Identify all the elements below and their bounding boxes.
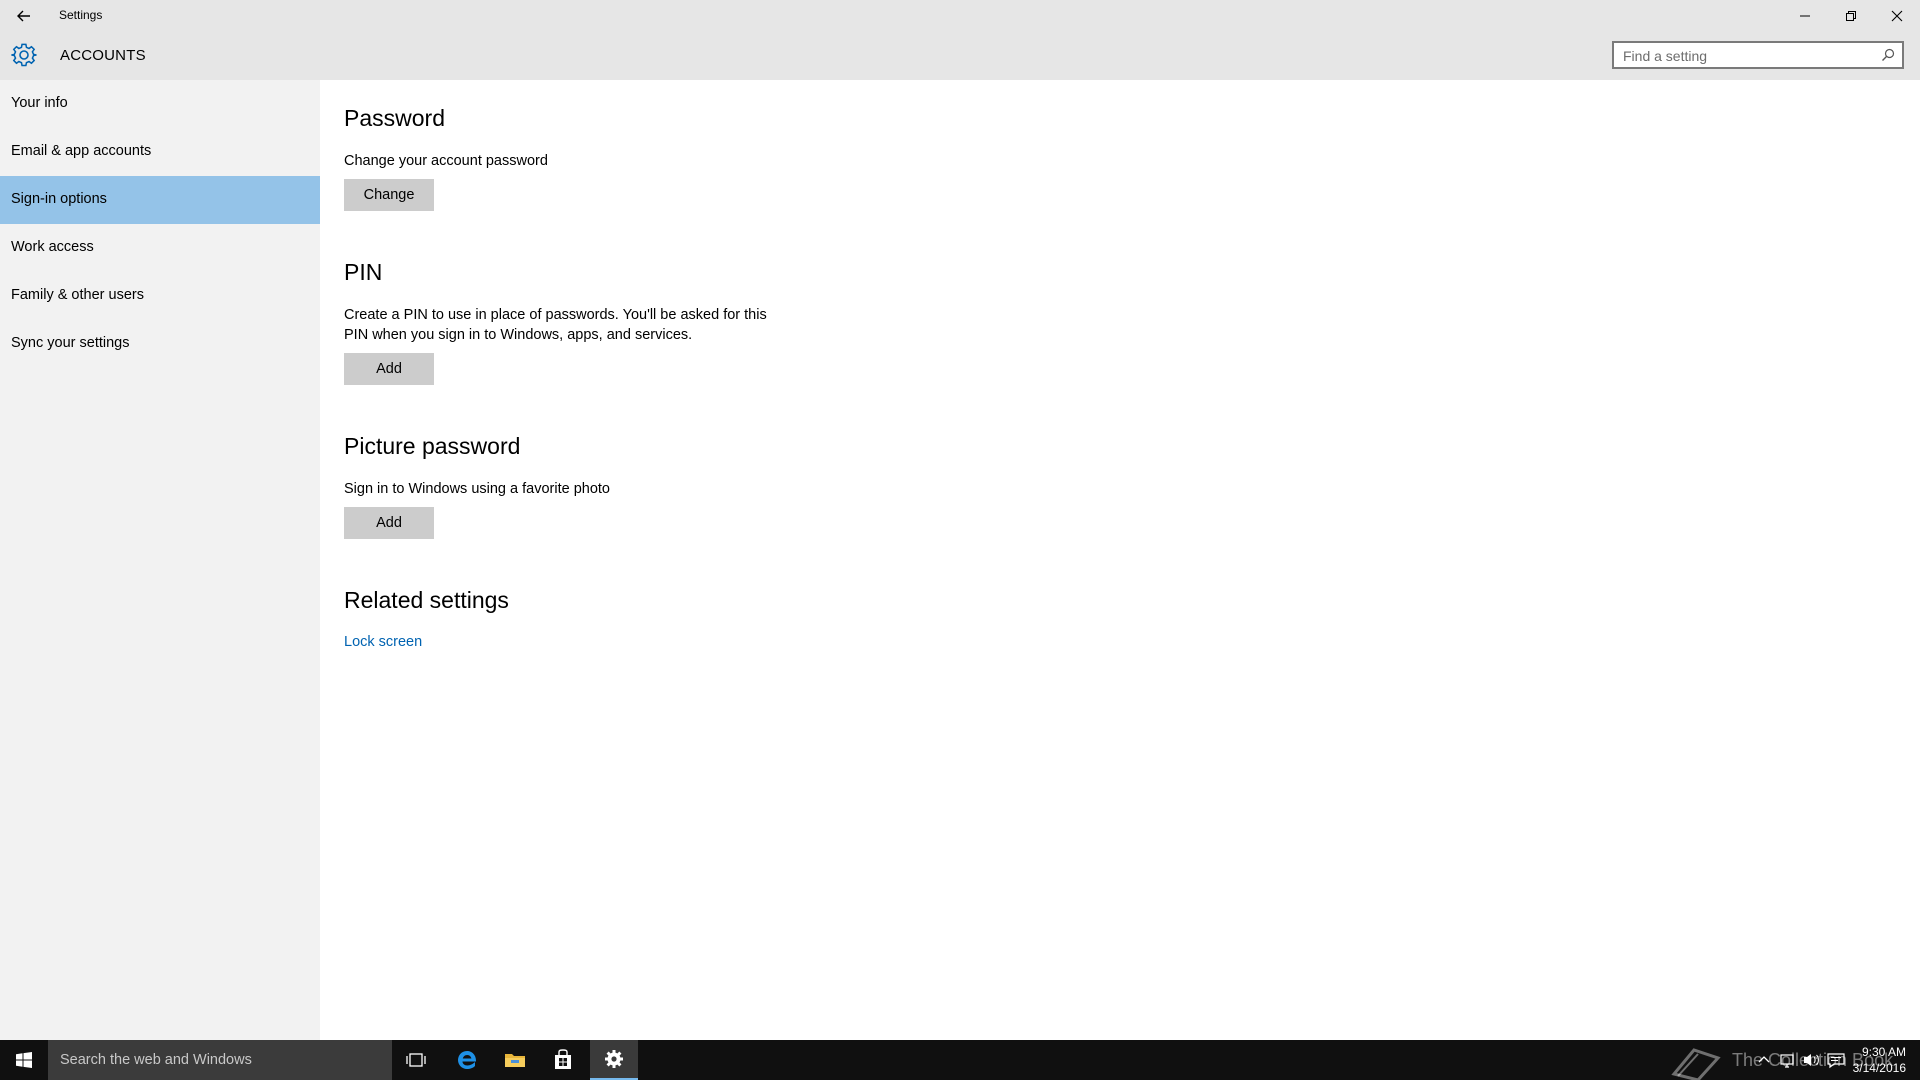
pin-description-line2: PIN when you sign in to Windows, apps, a… [344, 327, 693, 343]
book-logo [1671, 1048, 1721, 1082]
sidebar-item-your-info[interactable]: Your info [0, 80, 320, 128]
section-title: ACCOUNTS [60, 47, 146, 64]
search-icon[interactable] [1881, 48, 1895, 62]
settings-taskbar-button[interactable] [590, 1040, 638, 1080]
settings-header: ACCOUNTS [0, 32, 1920, 80]
file-explorer-icon [505, 1054, 525, 1067]
window-title: Settings [59, 8, 103, 22]
main-content: Password Change your account password Ch… [320, 80, 1920, 1040]
close-icon [1891, 10, 1903, 22]
system-tray [1752, 1040, 1848, 1080]
change-password-button[interactable]: Change [344, 179, 434, 211]
chevron-up-icon[interactable] [1752, 1040, 1776, 1080]
add-pin-button[interactable]: Add [344, 353, 434, 385]
minimize-icon [1800, 15, 1810, 17]
picture-password-description: Sign in to Windows using a favorite phot… [344, 481, 610, 497]
lock-screen-link[interactable]: Lock screen [344, 634, 422, 650]
password-description: Change your account password [344, 153, 548, 169]
store-button[interactable] [539, 1040, 587, 1080]
pin-heading: PIN [344, 259, 383, 285]
picture-password-heading: Picture password [344, 433, 521, 459]
search-input[interactable] [1623, 47, 1873, 65]
find-setting-search-box[interactable] [1612, 41, 1904, 69]
clock[interactable]: 9:30 AM 3/14/2016 [1846, 1044, 1906, 1076]
settings-icon [605, 1050, 623, 1068]
restore-icon [1846, 11, 1856, 21]
close-button[interactable] [1874, 0, 1920, 32]
sidebar-item-work-access[interactable]: Work access [0, 224, 320, 272]
start-button[interactable] [0, 1040, 48, 1080]
action-center-icon[interactable] [1824, 1040, 1848, 1080]
minimize-button[interactable] [1782, 0, 1828, 32]
back-arrow-icon[interactable] [10, 5, 38, 27]
pin-description-line1: Create a PIN to use in place of password… [344, 307, 767, 323]
edge-button[interactable] [443, 1040, 491, 1080]
clock-date: 3/14/2016 [1852, 1061, 1906, 1075]
sidebar-item-sign-in-options[interactable]: Sign-in options [0, 176, 320, 224]
sidebar-item-sync-settings[interactable]: Sync your settings [0, 320, 320, 368]
sidebar: Your info Email & app accounts Sign-in o… [0, 80, 320, 1040]
clock-time: 9:30 AM [1861, 1045, 1906, 1059]
volume-icon[interactable] [1800, 1040, 1824, 1080]
store-icon [555, 1049, 571, 1069]
taskbar-search-box[interactable]: Search the web and Windows [48, 1040, 392, 1080]
task-view-button[interactable] [392, 1040, 440, 1080]
gear-icon [11, 43, 37, 67]
password-heading: Password [344, 105, 445, 131]
network-icon[interactable] [1776, 1040, 1800, 1080]
sidebar-item-email-app-accounts[interactable]: Email & app accounts [0, 128, 320, 176]
edge-icon [458, 1051, 477, 1069]
taskbar: Search the web and Windows The Collectio… [0, 1040, 1920, 1082]
restore-button[interactable] [1828, 0, 1874, 32]
title-bar: Settings [0, 0, 1920, 32]
related-settings-heading: Related settings [344, 587, 509, 613]
file-explorer-button[interactable] [491, 1040, 539, 1080]
add-picture-password-button[interactable]: Add [344, 507, 434, 539]
start-icon [16, 1052, 32, 1068]
sidebar-item-family-other-users[interactable]: Family & other users [0, 272, 320, 320]
task-view-icon [406, 1053, 426, 1067]
